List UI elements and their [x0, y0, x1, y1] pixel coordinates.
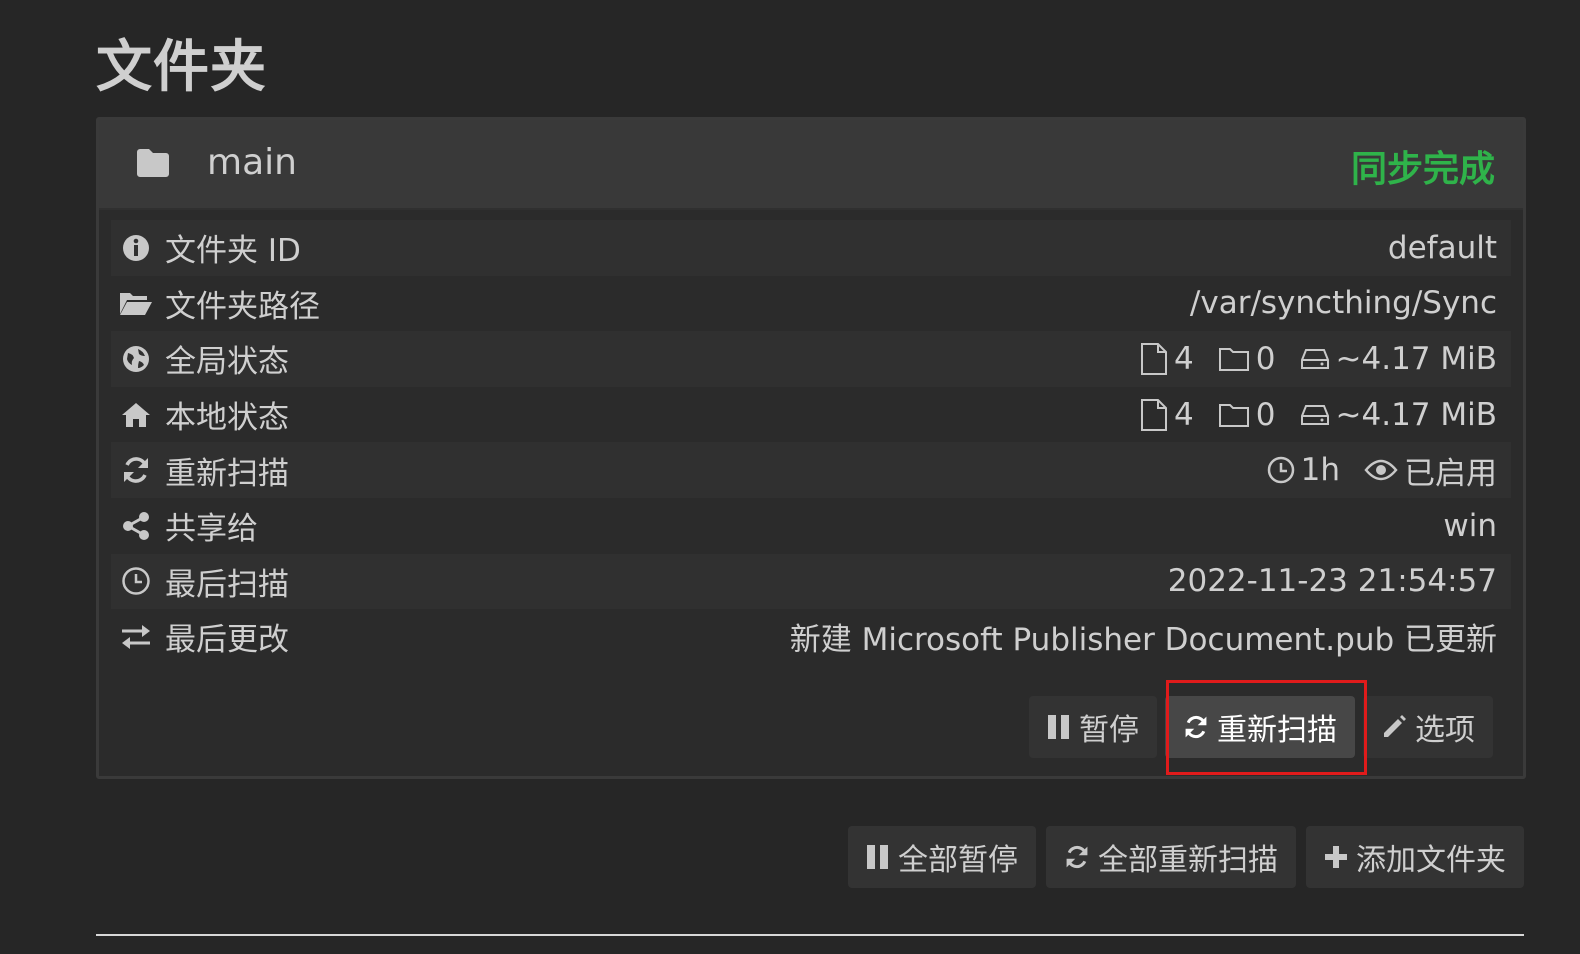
folder-open-icon — [119, 286, 153, 320]
plus-icon — [1325, 846, 1347, 868]
global-actions: 全部暂停 全部重新扫描 添加文件夹 — [848, 826, 1524, 888]
folder-name: main — [207, 142, 297, 183]
row-label: 文件夹 ID — [165, 233, 301, 270]
file-count: 4 — [1140, 397, 1194, 433]
hdd-icon — [1300, 348, 1329, 369]
size-total: ~4.17 MiB — [1300, 397, 1497, 433]
eye-icon — [1364, 459, 1398, 481]
row-label: 最后扫描 — [165, 566, 289, 603]
file-icon — [1141, 398, 1168, 431]
hdd-icon — [1300, 404, 1329, 425]
pause-icon — [867, 845, 888, 869]
pause-all-button[interactable]: 全部暂停 — [848, 826, 1036, 888]
row-label: 共享给 — [165, 511, 258, 548]
home-icon — [119, 398, 153, 432]
folder-panel-header[interactable]: main 同步完成 — [99, 120, 1523, 210]
folder-actions: 暂停 重新扫描 选项 — [1029, 696, 1493, 758]
dir-count: 0 — [1218, 341, 1276, 377]
row-label: 全局状态 — [165, 344, 289, 381]
folder-id-value: default — [1387, 229, 1497, 266]
row-global-state: 全局状态 4 0 ~4.17 MiB — [111, 331, 1511, 387]
row-local-state: 本地状态 4 0 ~4.17 MiB — [111, 386, 1511, 443]
rescan-value: 1h 已启用 — [1267, 448, 1497, 493]
row-folder-id: 文件夹 ID default — [111, 220, 1511, 276]
row-label: 文件夹路径 — [165, 288, 320, 325]
row-last-scan: 最后扫描 2022-11-23 21:54:57 — [111, 553, 1511, 610]
clock-icon — [1267, 456, 1294, 484]
clock-icon — [119, 564, 153, 598]
refresh-icon — [1066, 845, 1088, 869]
row-shared-with: 共享给 win — [111, 497, 1511, 554]
watch-status: 已启用 — [1364, 448, 1497, 493]
row-label: 重新扫描 — [165, 455, 289, 492]
globe-icon — [119, 342, 153, 376]
info-icon — [119, 231, 153, 265]
page-title: 文件夹 — [96, 35, 267, 100]
last-scan-value: 2022-11-23 21:54:57 — [1167, 563, 1497, 600]
refresh-icon — [119, 453, 153, 487]
folder-status: 同步完成 — [1350, 149, 1495, 190]
row-rescan: 重新扫描 1h 已启用 — [111, 442, 1511, 498]
shared-with-value[interactable]: win — [1443, 508, 1497, 544]
pause-icon — [1048, 715, 1069, 739]
exchange-icon — [119, 620, 153, 654]
row-label: 最后更改 — [165, 622, 289, 659]
folder-details: 文件夹 ID default 文件夹路径 /var/syncthing/Sync… — [111, 220, 1511, 665]
rescan-button[interactable]: 重新扫描 — [1165, 696, 1355, 758]
last-change-value: 新建 Microsoft Publisher Document.pub 已更新 — [789, 622, 1497, 659]
add-folder-button[interactable]: 添加文件夹 — [1306, 826, 1524, 888]
folder-icon — [135, 148, 171, 178]
folder-path-value: /var/syncthing/Sync — [1189, 285, 1497, 322]
dir-count: 0 — [1218, 397, 1276, 433]
size-total: ~4.17 MiB — [1300, 341, 1497, 377]
section-divider — [96, 934, 1524, 936]
row-label: 本地状态 — [165, 400, 289, 437]
row-folder-path: 文件夹路径 /var/syncthing/Sync — [111, 275, 1511, 332]
local-state-value: 4 0 ~4.17 MiB — [1140, 397, 1497, 433]
options-button[interactable]: 选项 — [1363, 696, 1493, 758]
file-icon — [1141, 342, 1168, 375]
global-state-value: 4 0 ~4.17 MiB — [1140, 341, 1497, 377]
folder-outline-icon — [1218, 403, 1249, 427]
refresh-icon — [1185, 715, 1207, 739]
rescan-all-button[interactable]: 全部重新扫描 — [1046, 826, 1296, 888]
file-count: 4 — [1140, 341, 1194, 377]
rescan-interval: 1h — [1267, 452, 1340, 488]
share-icon — [119, 509, 153, 543]
row-last-change: 最后更改 新建 Microsoft Publisher Document.pub… — [111, 609, 1511, 665]
pencil-icon — [1384, 715, 1406, 737]
folder-panel: main 同步完成 文件夹 ID default 文件夹路径 /var/sync… — [96, 117, 1526, 779]
folder-outline-icon — [1218, 347, 1249, 371]
pause-button[interactable]: 暂停 — [1029, 696, 1157, 758]
